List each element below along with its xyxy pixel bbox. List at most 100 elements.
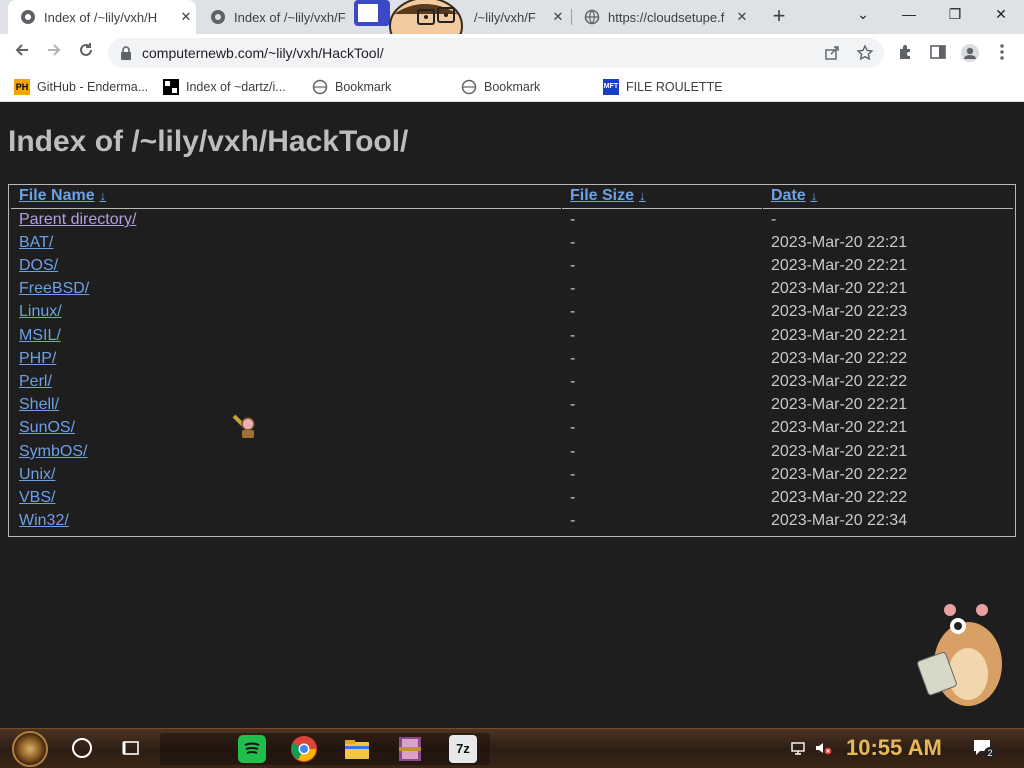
task-view-button[interactable] (122, 739, 140, 757)
folder-link-unix[interactable]: Unix/ (19, 466, 55, 484)
back-button[interactable] (10, 41, 34, 65)
close-tab-icon[interactable]: ✕ (176, 9, 196, 25)
restore-button[interactable]: ❐ (932, 0, 978, 30)
back-arrow-icon (15, 44, 28, 56)
file-date: 2023-Mar-20 22:21 (771, 419, 908, 436)
winrar-icon[interactable] (396, 735, 424, 763)
7zip-icon[interactable]: 7z (449, 735, 477, 763)
file-date: 2023-Mar-20 22:21 (771, 396, 908, 413)
file-size: - (570, 373, 576, 390)
file-size: - (570, 280, 576, 297)
folder-link-linux[interactable]: Linux/ (19, 303, 62, 321)
close-tab-icon[interactable]: ✕ (548, 9, 568, 25)
close-tab-icon[interactable]: ✕ (732, 9, 752, 25)
parent-directory-link[interactable]: Parent directory/ (19, 211, 136, 229)
file-date: 2023-Mar-20 22:34 (771, 512, 908, 529)
tab-hacktool[interactable]: Index of /~lily/vxh/H ✕ (8, 0, 196, 34)
file-date: 2023-Mar-20 22:23 (771, 303, 908, 320)
notification-center-button[interactable]: 2 (972, 737, 996, 759)
bookmark-github[interactable]: PH GitHub - Enderma... (14, 78, 148, 96)
file-size: - (570, 350, 576, 367)
extensions-button[interactable] (896, 43, 916, 63)
bookmark-3[interactable]: Bookmark (312, 78, 391, 96)
clock[interactable]: 10:55 AM (846, 735, 942, 761)
folder-link-freebsd[interactable]: FreeBSD/ (19, 280, 89, 298)
volume-muted-icon[interactable] (814, 740, 832, 756)
minimize-button[interactable]: — (886, 0, 932, 30)
bookmark-4[interactable]: Bookmark (461, 78, 540, 96)
folder-link-symbos[interactable]: SymbOS/ (19, 443, 87, 461)
taskbar: 7z 10:55 AM 2 (0, 728, 1024, 768)
search-button[interactable] (72, 738, 92, 758)
tab-cloudsetupe[interactable]: https://cloudsetupe.f ✕ (572, 0, 752, 34)
column-header-date[interactable]: Date ↓ (771, 187, 817, 205)
close-window-button[interactable]: ✕ (978, 0, 1024, 30)
side-panel-button[interactable] (928, 43, 948, 63)
folder-link-perl[interactable]: Perl/ (19, 373, 52, 391)
table-row: Shell/ - 2023-Mar-20 22:21 (9, 394, 1015, 417)
ph-logo-icon: PH (14, 79, 30, 95)
sort-arrow-icon: ↓ (639, 188, 646, 203)
file-date: 2023-Mar-20 22:21 (771, 257, 908, 274)
share-icon[interactable] (824, 45, 840, 61)
file-date: 2023-Mar-20 22:21 (771, 280, 908, 297)
table-row: MSIL/ - 2023-Mar-20 22:21 (9, 325, 1015, 348)
profile-button[interactable] (960, 43, 980, 63)
file-size: - (570, 257, 576, 274)
tab-title: /~lily/vxh/F (474, 9, 536, 25)
folder-link-msil[interactable]: MSIL/ (19, 327, 61, 345)
network-icon[interactable] (790, 740, 806, 756)
folder-link-php[interactable]: PHP/ (19, 350, 56, 368)
forward-arrow-icon (48, 44, 61, 56)
chrome-icon[interactable] (290, 735, 318, 763)
table-row: Perl/ - 2023-Mar-20 22:22 (9, 371, 1015, 394)
avatar-icon (961, 44, 979, 62)
reload-button[interactable] (74, 41, 98, 65)
address-bar[interactable]: computernewb.com/~lily/vxh/HackTool/ (108, 38, 884, 68)
page-content: Index of /~lily/vxh/HackTool/ File Name ↓… (0, 103, 1024, 727)
bookmarks-bar: PH GitHub - Enderma... Index of ~dartz/i… (0, 72, 1024, 102)
tab-index-2[interactable]: Index of /~lily/vxh/F (198, 0, 364, 34)
column-header-file-size[interactable]: File Size ↓ (570, 187, 646, 205)
reload-icon (80, 43, 92, 56)
table-row: PHP/ - 2023-Mar-20 22:22 (9, 348, 1015, 371)
bookmark-label: GitHub - Enderma... (37, 80, 149, 94)
table-row: Win32/ - 2023-Mar-20 22:34 (9, 510, 1015, 533)
bookmark-file-roulette[interactable]: MFT FILE ROULETTE (603, 78, 723, 96)
grid-icon (163, 79, 179, 95)
folder-link-win32[interactable]: Win32/ (19, 512, 69, 530)
file-explorer-icon[interactable] (343, 735, 371, 763)
table-row: Unix/ - 2023-Mar-20 22:22 (9, 464, 1015, 487)
new-tab-button[interactable]: + (767, 5, 791, 29)
bookmark-star-icon[interactable] (856, 44, 874, 62)
spotify-icon[interactable] (238, 735, 266, 763)
folder-link-sunos[interactable]: SunOS/ (19, 419, 75, 437)
table-row: BAT/ - 2023-Mar-20 22:21 (9, 232, 1015, 255)
forward-button[interactable] (42, 41, 66, 65)
bookmark-label: Index of ~dartz/i... (186, 80, 286, 94)
folder-link-vbs[interactable]: VBS/ (19, 489, 55, 507)
folder-link-shell[interactable]: Shell/ (19, 396, 59, 414)
folder-link-dos[interactable]: DOS/ (19, 257, 58, 275)
start-button[interactable] (12, 731, 48, 767)
tab-index-3[interactable]: /~lily/vxh/F ✕ (468, 0, 568, 34)
file-size: - (570, 443, 576, 460)
globe-icon (461, 79, 477, 95)
tab-strip: Index of /~lily/vxh/H ✕ Index of /~lily/… (0, 0, 1024, 34)
kebab-menu-icon (1000, 44, 1004, 60)
taskbar-apps-area (160, 733, 490, 765)
file-size: - (570, 234, 576, 251)
menu-button[interactable] (992, 43, 1012, 63)
file-size: - (570, 512, 576, 529)
bookmark-index-dartz[interactable]: Index of ~dartz/i... (163, 78, 286, 96)
globe-icon (312, 79, 328, 95)
folder-link-bat[interactable]: BAT/ (19, 234, 53, 252)
file-size: - (570, 419, 576, 436)
file-size: - (570, 466, 576, 483)
column-header-file-name[interactable]: File Name ↓ (19, 187, 106, 205)
table-row: SunOS/ - 2023-Mar-20 22:21 (9, 417, 1015, 440)
tab-search-button[interactable]: ⌄ (840, 0, 886, 30)
browser-toolbar: computernewb.com/~lily/vxh/HackTool/ (0, 34, 1024, 72)
file-size: - (570, 327, 576, 344)
tab-title: Index of /~lily/vxh/F (234, 9, 346, 25)
